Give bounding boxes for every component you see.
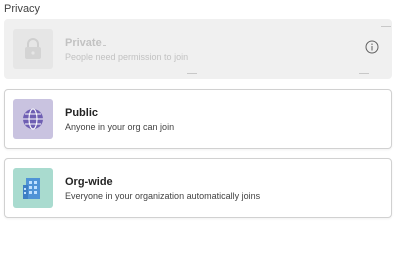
public-description: Anyone in your org can join <box>65 122 175 132</box>
private-title: Private <box>65 37 102 49</box>
org-wide-title: Org-wide <box>65 176 113 188</box>
focus-tick <box>103 45 106 46</box>
public-icon-tile <box>13 99 53 139</box>
lock-icon <box>25 38 41 59</box>
globe-icon <box>23 108 43 130</box>
info-icon[interactable] <box>365 40 379 54</box>
privacy-option-private: Private People need permission to join <box>4 19 392 79</box>
public-title: Public <box>65 107 99 119</box>
org-wide-description: Everyone in your organization automatica… <box>65 191 261 201</box>
privacy-settings: Privacy Private People need permission t… <box>0 0 400 261</box>
building-icon <box>23 178 40 199</box>
focus-tick <box>381 26 391 27</box>
privacy-option-org-wide[interactable]: Org-wide Everyone in your organization a… <box>4 158 392 218</box>
private-icon-tile <box>13 29 53 69</box>
privacy-section-label: Privacy <box>4 3 41 15</box>
privacy-option-public[interactable]: Public Anyone in your org can join <box>4 89 392 149</box>
focus-tick <box>187 73 197 74</box>
private-description: People need permission to join <box>65 52 189 62</box>
focus-tick <box>359 73 369 74</box>
org-wide-icon-tile <box>13 168 53 208</box>
